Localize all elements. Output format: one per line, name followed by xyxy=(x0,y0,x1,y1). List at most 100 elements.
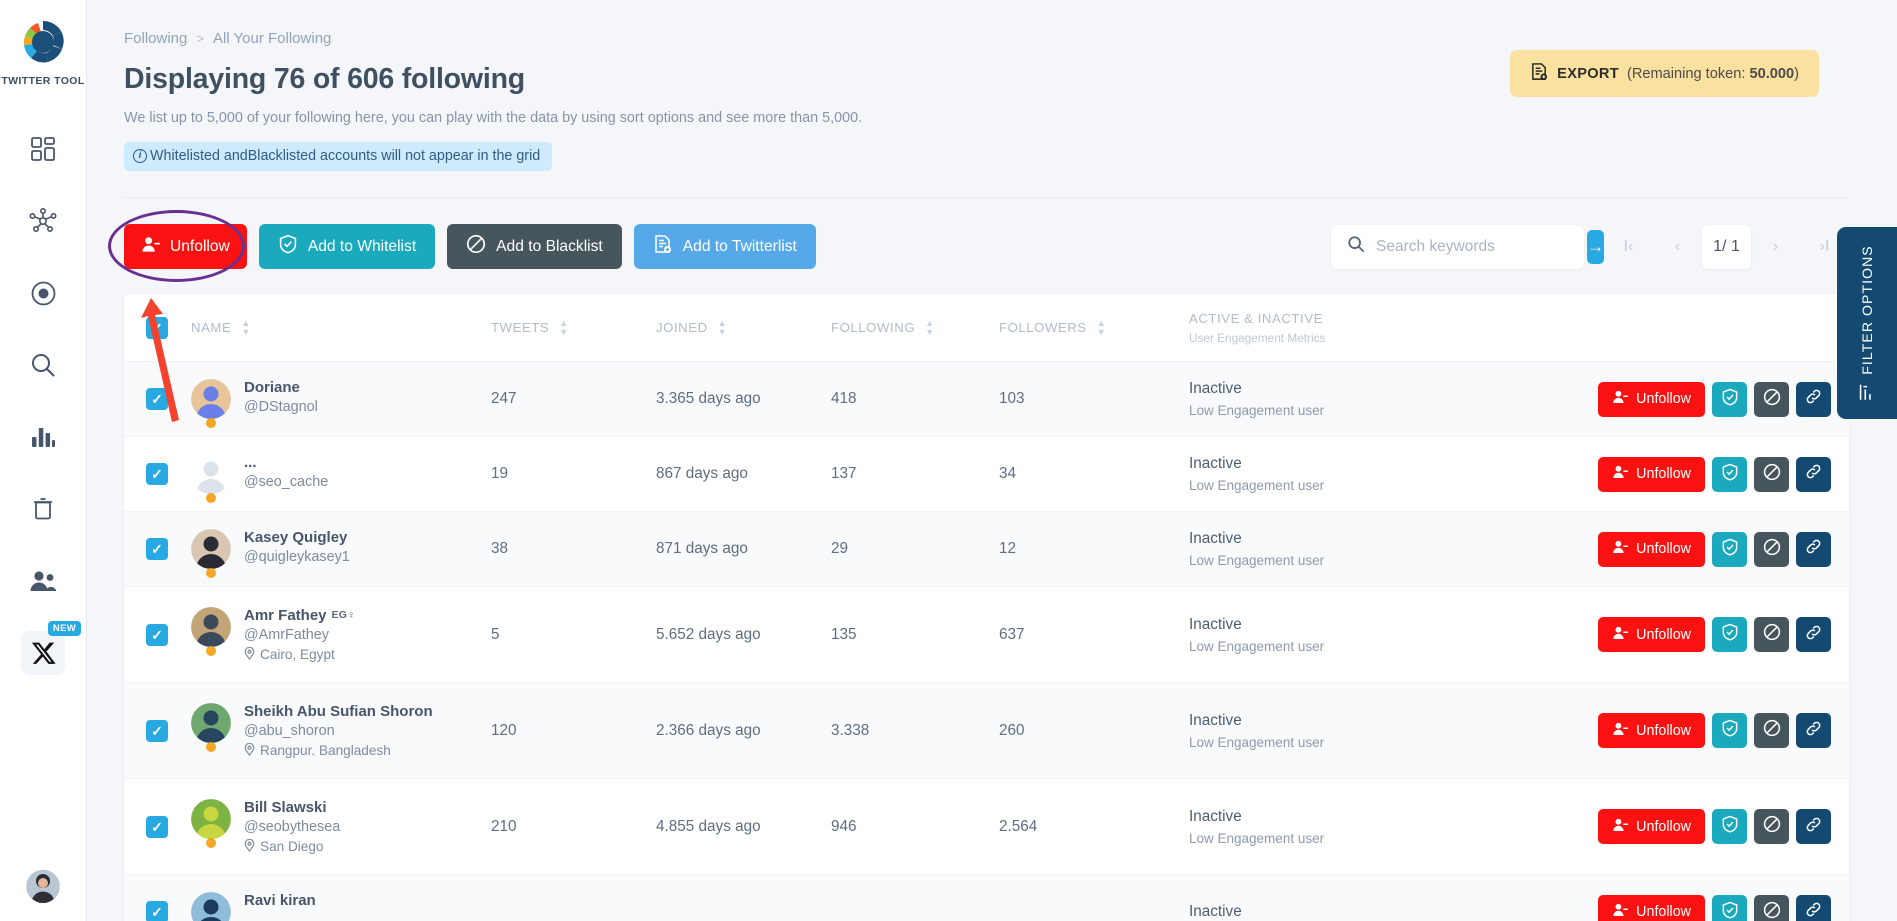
select-all-checkbox[interactable]: ✓ xyxy=(146,316,168,339)
row-blacklist-button[interactable] xyxy=(1754,809,1789,844)
breadcrumb-root[interactable]: Following xyxy=(124,30,187,47)
breadcrumb-current[interactable]: All Your Following xyxy=(213,30,331,47)
filter-icon xyxy=(1858,384,1876,401)
row-unfollow-button[interactable]: Unfollow xyxy=(1598,381,1705,417)
brand-logo[interactable]: TWITTER TOOL xyxy=(1,16,84,87)
row-blacklist-button[interactable] xyxy=(1754,617,1789,652)
row-unfollow-button[interactable]: Unfollow xyxy=(1598,809,1705,844)
sidebar-item-trash[interactable] xyxy=(0,473,86,545)
pagination-prev[interactable]: ‹ xyxy=(1653,225,1702,269)
row-blacklist-button[interactable] xyxy=(1754,531,1789,567)
user-handle[interactable]: @seo_cache xyxy=(244,474,328,490)
user-handle[interactable]: @DStagnol xyxy=(244,399,318,415)
avatar[interactable] xyxy=(191,798,231,839)
row-whitelist-button[interactable] xyxy=(1712,713,1747,748)
export-button[interactable]: EXPORT (Remaining token: 50.000) xyxy=(1510,50,1819,97)
row-blacklist-button[interactable] xyxy=(1754,713,1789,748)
status-dot xyxy=(206,568,216,578)
row-unfollow-button[interactable]: Unfollow xyxy=(1598,894,1705,921)
row-link-button[interactable] xyxy=(1796,894,1831,921)
add-to-whitelist-button[interactable]: Add to Whitelist xyxy=(258,224,436,269)
row-whitelist-button[interactable] xyxy=(1712,456,1747,492)
avatar[interactable] xyxy=(191,606,231,647)
column-header-followers[interactable]: FOLLOWERS ▲ ▼ xyxy=(999,318,1189,336)
filter-options-tab[interactable]: FILTER OPTIONS xyxy=(1837,227,1897,419)
column-header-name[interactable]: NAME ▲ ▼ xyxy=(191,318,491,336)
row-unfollow-button[interactable]: Unfollow xyxy=(1598,456,1705,492)
pagination-first[interactable]: I‹ xyxy=(1604,225,1653,269)
avatar[interactable] xyxy=(191,529,231,569)
table-row[interactable]: ✓ Doriane @DStagnol 247 3.365 days ago 4… xyxy=(124,362,1849,437)
row-unfollow-button[interactable]: Unfollow xyxy=(1598,713,1705,748)
pagination-current[interactable]: 1/ 1 xyxy=(1702,224,1751,269)
row-link-button[interactable] xyxy=(1796,713,1831,748)
search-submit-button[interactable]: → xyxy=(1587,229,1604,264)
avatar[interactable] xyxy=(191,454,231,494)
row-checkbox[interactable]: ✓ xyxy=(146,815,168,838)
sidebar-item-network[interactable] xyxy=(0,185,86,257)
sidebar-item-analytics[interactable] xyxy=(0,401,86,473)
block-icon xyxy=(466,234,486,259)
row-link-button[interactable] xyxy=(1796,456,1831,492)
row-checkbox[interactable]: ✓ xyxy=(146,388,168,410)
avatar[interactable] xyxy=(191,702,231,743)
shield-check-icon xyxy=(1721,901,1739,921)
table-row[interactable]: ✓ Sheikh Abu Sufian Shoron @abu_shoron R… xyxy=(124,683,1849,779)
row-whitelist-button[interactable] xyxy=(1712,617,1747,652)
sort-icon-tweets[interactable]: ▲ ▼ xyxy=(559,318,568,336)
sort-icon-name[interactable]: ▲ ▼ xyxy=(241,318,250,336)
pagination-next[interactable]: › xyxy=(1751,225,1800,269)
row-whitelist-button[interactable] xyxy=(1712,894,1747,921)
row-blacklist-button[interactable] xyxy=(1754,894,1789,921)
user-handle[interactable]: @seobythesea xyxy=(244,819,340,835)
row-whitelist-button[interactable] xyxy=(1712,381,1747,417)
row-checkbox[interactable]: ✓ xyxy=(146,901,168,921)
table-row[interactable]: ✓ ... @seo_cache 19 867 days ago 137 34 … xyxy=(124,437,1849,512)
user-handle[interactable]: @abu_shoron xyxy=(244,723,433,739)
row-link-button[interactable] xyxy=(1796,617,1831,652)
table-row[interactable]: ✓ Bill Slawski @seobythesea San Diego 21… xyxy=(124,779,1849,875)
sort-icon-joined[interactable]: ▲ ▼ xyxy=(718,318,727,336)
row-link-button[interactable] xyxy=(1796,809,1831,844)
avatar[interactable] xyxy=(191,379,231,419)
add-to-twitterlist-button[interactable]: Add to Twitterlist xyxy=(633,224,816,269)
location-pin-icon xyxy=(244,742,255,759)
user-cell: Ravi kiran xyxy=(191,892,491,921)
sidebar-item-x-platform[interactable]: NEW xyxy=(0,617,86,689)
row-checkbox[interactable]: ✓ xyxy=(146,463,168,485)
row-blacklist-button[interactable] xyxy=(1754,456,1789,492)
search-box[interactable]: → xyxy=(1331,224,1604,269)
sidebar-item-search[interactable] xyxy=(0,329,86,401)
user-handle[interactable]: @quigleykasey1 xyxy=(244,549,350,565)
row-checkbox[interactable]: ✓ xyxy=(146,538,168,560)
bulk-unfollow-label: Unfollow xyxy=(170,237,230,255)
sidebar-item-users[interactable] xyxy=(0,545,86,617)
search-input[interactable] xyxy=(1376,237,1576,256)
row-unfollow-button[interactable]: Unfollow xyxy=(1598,617,1705,652)
user-handle[interactable]: @AmrFathey xyxy=(244,627,355,643)
sidebar-item-dashboard[interactable] xyxy=(0,113,86,185)
row-link-button[interactable] xyxy=(1796,531,1831,567)
row-whitelist-button[interactable] xyxy=(1712,531,1747,567)
add-to-blacklist-button[interactable]: Add to Blacklist xyxy=(447,224,622,269)
row-checkbox[interactable]: ✓ xyxy=(146,623,168,646)
user-avatar[interactable] xyxy=(26,870,60,903)
avatar[interactable] xyxy=(191,892,231,921)
x-tile[interactable]: NEW xyxy=(21,621,81,675)
row-whitelist-button[interactable] xyxy=(1712,809,1747,844)
user-name-text: Sheikh Abu Sufian Shoron xyxy=(244,702,433,720)
row-checkbox[interactable]: ✓ xyxy=(146,719,168,742)
table-row[interactable]: ✓ Amr Fathey EG♀ @AmrFathey Cairo, Egypt… xyxy=(124,587,1849,683)
column-header-tweets[interactable]: TWEETS ▲ ▼ xyxy=(491,318,656,336)
column-header-following[interactable]: FOLLOWING ▲ ▼ xyxy=(831,318,999,336)
table-row[interactable]: ✓ Kasey Quigley @quigleykasey1 38 871 da… xyxy=(124,512,1849,587)
row-unfollow-button[interactable]: Unfollow xyxy=(1598,531,1705,567)
bulk-unfollow-button[interactable]: Unfollow xyxy=(124,224,247,269)
sidebar-item-target[interactable] xyxy=(0,257,86,329)
sort-icon-followers[interactable]: ▲ ▼ xyxy=(1097,318,1106,336)
row-blacklist-button[interactable] xyxy=(1754,381,1789,417)
column-header-joined[interactable]: JOINED ▲ ▼ xyxy=(656,318,831,336)
table-row[interactable]: ✓ Ravi kiran Inactive Unfollow xyxy=(124,875,1849,921)
row-link-button[interactable] xyxy=(1796,381,1831,417)
sort-icon-following[interactable]: ▲ ▼ xyxy=(925,318,934,336)
